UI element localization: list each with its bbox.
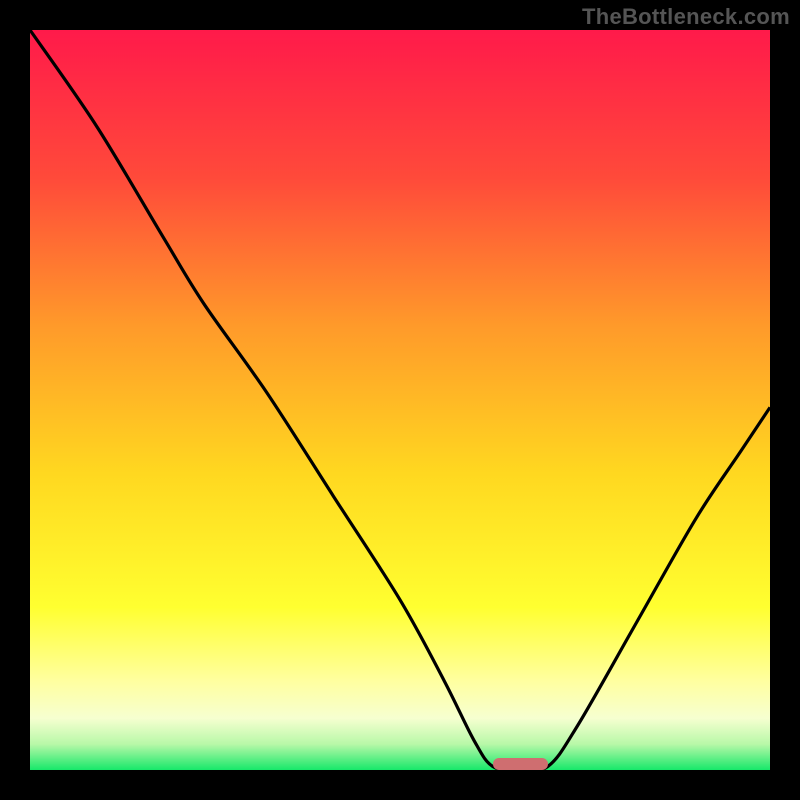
watermark-text: TheBottleneck.com [582,4,790,30]
bottleneck-curve [30,30,770,770]
optimal-zone-marker [493,758,549,770]
plot-area [30,30,770,770]
chart-frame: TheBottleneck.com [0,0,800,800]
curve-path [30,30,770,770]
